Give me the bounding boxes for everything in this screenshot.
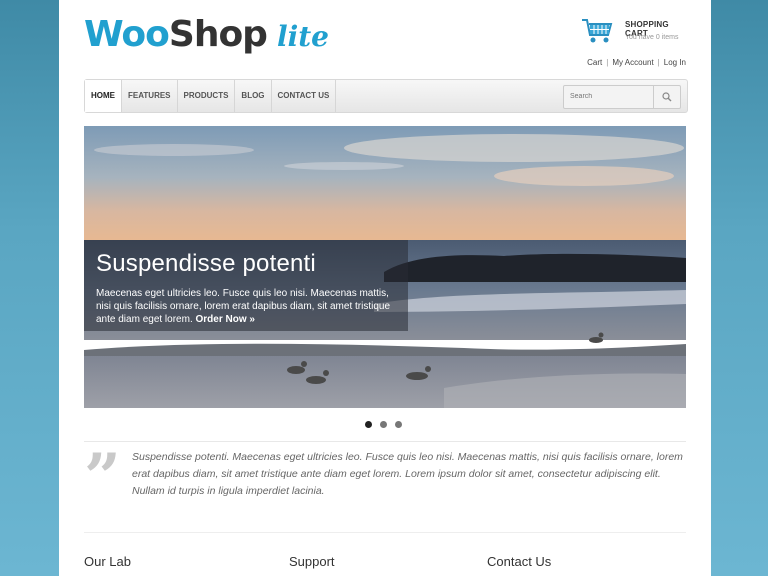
divider bbox=[84, 532, 686, 533]
slider-dot-2[interactable] bbox=[380, 421, 387, 428]
nav-item-features[interactable]: FEATURES bbox=[122, 80, 178, 112]
search-icon bbox=[662, 92, 672, 102]
page-container: Woo Shop lite SHOPPING CART You have 0 i… bbox=[59, 0, 711, 576]
divider bbox=[84, 441, 686, 442]
slider-dot-1[interactable] bbox=[365, 421, 372, 428]
search-box bbox=[563, 85, 681, 109]
nav-item-contact-us[interactable]: CONTACT US bbox=[272, 80, 337, 112]
nav-item-home[interactable]: HOME bbox=[85, 80, 122, 112]
testimonial-text: Suspendisse potenti. Maecenas eget ultri… bbox=[132, 451, 683, 497]
shopping-cart-icon bbox=[582, 19, 613, 43]
slide-text: Maecenas eget ultricies leo. Fusce quis … bbox=[96, 287, 396, 326]
nav-item-products[interactable]: PRODUCTS bbox=[178, 80, 236, 112]
account-links: Cart | My Account | Log In bbox=[587, 58, 686, 67]
log-in-link[interactable]: Log In bbox=[664, 58, 686, 67]
footer-heading-contact-us: Contact Us bbox=[487, 554, 552, 569]
search-input[interactable] bbox=[564, 86, 658, 106]
cart-item-count: You have 0 items bbox=[625, 34, 679, 41]
search-button[interactable] bbox=[653, 86, 680, 108]
logo-lite: lite bbox=[276, 20, 329, 53]
logo-woo: Woo bbox=[84, 14, 170, 55]
footer-heading-support: Support bbox=[289, 554, 335, 569]
site-logo[interactable]: Woo Shop lite bbox=[84, 14, 329, 62]
order-now-link[interactable]: Order Now » bbox=[196, 314, 255, 325]
nav-item-blog[interactable]: BLOG bbox=[235, 80, 272, 112]
link-separator: | bbox=[657, 58, 660, 67]
slider-caption: Suspendisse potenti Maecenas eget ultric… bbox=[84, 240, 408, 331]
hero-slider[interactable]: Suspendisse potenti Maecenas eget ultric… bbox=[84, 126, 686, 408]
logo-shop: Shop bbox=[168, 14, 268, 55]
shopping-cart-widget[interactable]: SHOPPING CART You have 0 items bbox=[581, 15, 691, 47]
link-separator: | bbox=[606, 58, 609, 67]
main-navigation: HOME FEATURES PRODUCTS BLOG CONTACT US bbox=[84, 79, 688, 113]
slide-title: Suspendisse potenti bbox=[96, 250, 316, 277]
slider-dot-3[interactable] bbox=[395, 421, 402, 428]
cart-link[interactable]: Cart bbox=[587, 58, 602, 67]
quote-icon: ” bbox=[84, 440, 121, 515]
slider-pagination bbox=[365, 421, 402, 428]
footer-heading-our-lab: Our Lab bbox=[84, 554, 131, 569]
my-account-link[interactable]: My Account bbox=[612, 58, 653, 67]
